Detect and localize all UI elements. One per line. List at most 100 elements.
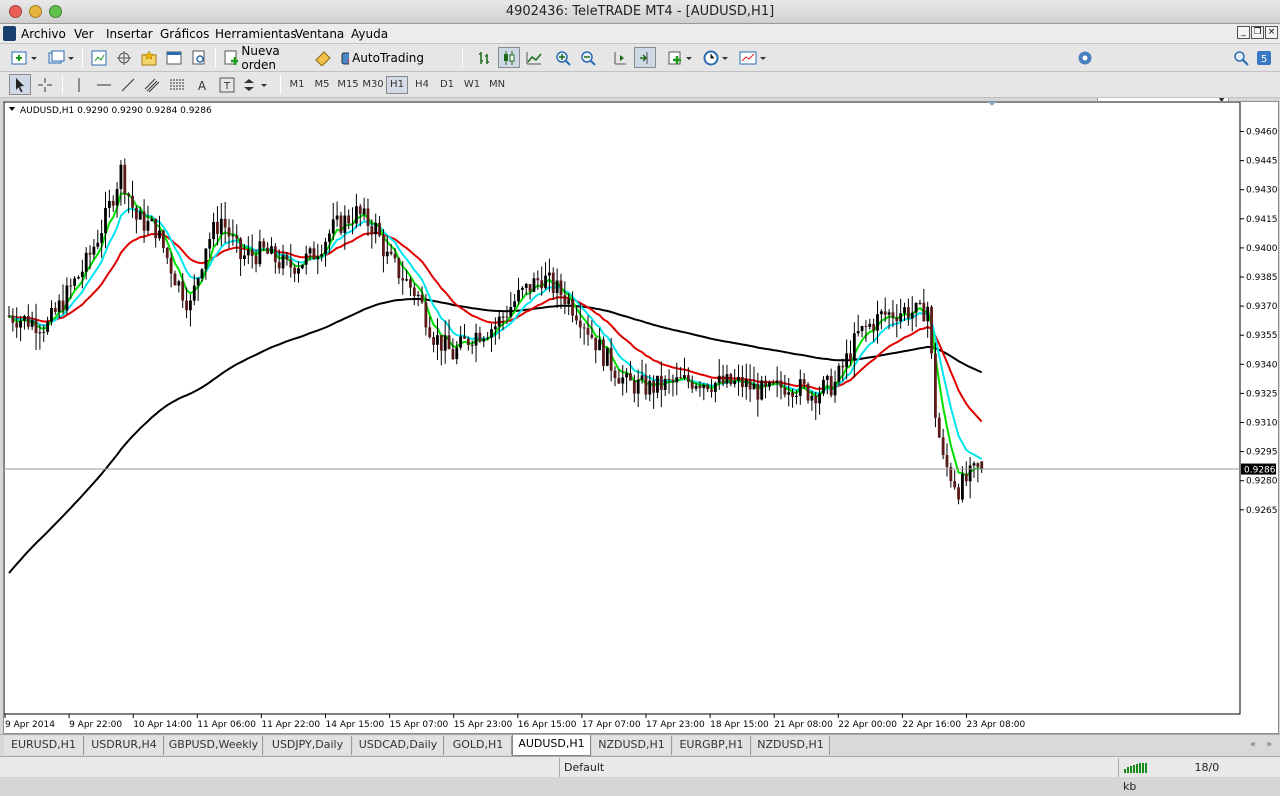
- close-child-button[interactable]: ×: [1265, 26, 1278, 39]
- navigator-button[interactable]: [138, 47, 160, 68]
- market-watch-button[interactable]: [88, 47, 110, 68]
- chart-window[interactable]: 0.9460 0.9445 0.9430 0.9415 0.9400 0.9385 0.93…: [3, 101, 1279, 734]
- horizontal-line-button[interactable]: [93, 74, 115, 95]
- tab-usdcad-daily[interactable]: USDCAD,Daily: [353, 736, 444, 755]
- candle-body: [725, 374, 729, 384]
- zoom-in-button[interactable]: [552, 47, 574, 68]
- timeframe-m5[interactable]: M5: [311, 76, 333, 94]
- community-button[interactable]: 5: [1254, 47, 1274, 68]
- timeframe-w1[interactable]: W1: [461, 76, 483, 94]
- time-tick-label: 9 Apr 22:00: [69, 720, 122, 730]
- menu-graficos[interactable]: Gráficos: [160, 27, 209, 41]
- line-chart-button[interactable]: [523, 47, 545, 68]
- timeframe-m30[interactable]: M30: [361, 76, 385, 94]
- timeframe-d1[interactable]: D1: [436, 76, 458, 94]
- trendline-button[interactable]: [117, 74, 139, 95]
- timeframe-m1[interactable]: M1: [286, 76, 308, 94]
- candlestick-chart-button[interactable]: [498, 47, 520, 68]
- price-chart[interactable]: 0.9460 0.9445 0.9430 0.9415 0.9400 0.9385 0.93…: [4, 102, 1280, 735]
- equidistant-channel-button[interactable]: [141, 74, 163, 95]
- menu-ventana[interactable]: Ventana: [295, 27, 344, 41]
- app-icon[interactable]: [3, 26, 16, 41]
- new-chart-button[interactable]: [8, 47, 40, 68]
- candle-body: [791, 392, 794, 397]
- candle-body: [686, 375, 690, 382]
- tab-scroll-right-icon[interactable]: »: [1266, 739, 1272, 750]
- tab-gbpusd-weekly[interactable]: GBPUSD,Weekly: [165, 736, 263, 755]
- autotrading-label: AutoTrading: [352, 50, 424, 65]
- profiles-button[interactable]: [46, 47, 76, 68]
- candle-body: [617, 378, 621, 384]
- cursor-button[interactable]: [9, 74, 31, 95]
- price-tick-label: 0.9280: [1246, 477, 1278, 487]
- tab-scroll-left-icon[interactable]: «: [1250, 739, 1256, 750]
- crosshair-button[interactable]: [34, 74, 56, 95]
- candle-body: [694, 385, 698, 389]
- menu-ayuda[interactable]: Ayuda: [351, 27, 388, 41]
- time-tick-label: 16 Apr 15:00: [518, 720, 577, 730]
- menu-insertar[interactable]: Insertar: [106, 27, 153, 41]
- timeframe-h4[interactable]: H4: [411, 76, 433, 94]
- tab-usdjpy-daily[interactable]: USDJPY,Daily: [264, 736, 352, 755]
- menu-herramientas[interactable]: Herramientas: [215, 27, 297, 41]
- tab-eurgbp-h1[interactable]: EURGBP,H1: [673, 736, 751, 755]
- candle-body: [613, 370, 617, 379]
- candle-body: [84, 252, 88, 272]
- metaeditor-button[interactable]: [312, 47, 334, 68]
- candle-body: [46, 321, 49, 332]
- terminal-button[interactable]: [163, 47, 185, 68]
- candle-body: [733, 380, 737, 385]
- candle-body: [80, 271, 84, 277]
- periods-button[interactable]: [702, 47, 732, 68]
- time-axis[interactable]: 9 Apr 2014 9 Apr 22:00 10 Apr 14:00 11 Apr …: [4, 714, 1026, 730]
- timeframe-mn[interactable]: MN: [486, 76, 508, 94]
- candle-body: [918, 302, 922, 304]
- candle-body: [478, 332, 482, 342]
- new-order-button[interactable]: Nueva orden: [220, 44, 308, 72]
- bar-chart-button[interactable]: [473, 47, 495, 68]
- menu-ver[interactable]: Ver: [74, 27, 94, 41]
- data-window-button[interactable]: [113, 47, 135, 68]
- text-button[interactable]: A: [191, 74, 213, 95]
- autotrading-button[interactable]: AutoTrading: [337, 47, 425, 68]
- timeframe-h1[interactable]: H1: [386, 76, 408, 94]
- strategy-tester-button[interactable]: [188, 47, 210, 68]
- plot-area[interactable]: [4, 102, 1241, 715]
- tab-usdrur-h4[interactable]: USDRUR,H4: [85, 736, 164, 755]
- minimize-child-button[interactable]: _: [1237, 26, 1250, 39]
- timeframe-m15[interactable]: M15: [336, 76, 360, 94]
- chart-shift-button[interactable]: [609, 47, 631, 68]
- chart-shift-icon: [614, 51, 626, 64]
- candle-body: [57, 300, 61, 312]
- tab-nzdusd-h1-2[interactable]: NZDUSD,H1: [752, 736, 830, 755]
- templates-button[interactable]: [737, 47, 769, 68]
- vertical-line-button[interactable]: [68, 74, 90, 95]
- search-button[interactable]: [1231, 47, 1251, 68]
- menu-archivo[interactable]: Archivo: [21, 27, 66, 41]
- candle-body: [837, 365, 841, 382]
- auto-scroll-button[interactable]: [634, 47, 656, 68]
- tab-eurusd-h1[interactable]: EURUSD,H1: [4, 736, 84, 755]
- indicators-button[interactable]: [666, 47, 696, 68]
- candle-body: [138, 211, 142, 220]
- time-tick-label: 21 Apr 08:00: [774, 720, 833, 730]
- tab-gold-h1[interactable]: GOLD,H1: [445, 736, 512, 755]
- candle-body: [679, 377, 683, 379]
- fibonacci-button[interactable]: [166, 74, 188, 95]
- menu-bar: Archivo Ver Insertar Gráficos Herramient…: [0, 24, 1280, 44]
- zoom-out-button[interactable]: [577, 47, 599, 68]
- candle-body: [111, 200, 115, 206]
- search-options-button[interactable]: [1075, 47, 1095, 68]
- candle-body: [887, 312, 891, 315]
- tab-audusd-h1[interactable]: AUDUSD,H1: [512, 735, 591, 756]
- candle-body: [899, 313, 903, 322]
- restore-child-button[interactable]: ❐: [1251, 26, 1264, 39]
- tab-nzdusd-h1[interactable]: NZDUSD,H1: [592, 736, 672, 755]
- candle-body: [926, 306, 930, 322]
- candle-body: [42, 331, 46, 333]
- time-tick-label: 23 Apr 08:00: [967, 720, 1026, 730]
- text-label-button[interactable]: T: [216, 74, 238, 95]
- price-axis[interactable]: 0.9460 0.9445 0.9430 0.9415 0.9400 0.9385 0.93…: [1240, 128, 1278, 516]
- candle-body: [439, 335, 443, 351]
- arrows-button[interactable]: [241, 74, 271, 95]
